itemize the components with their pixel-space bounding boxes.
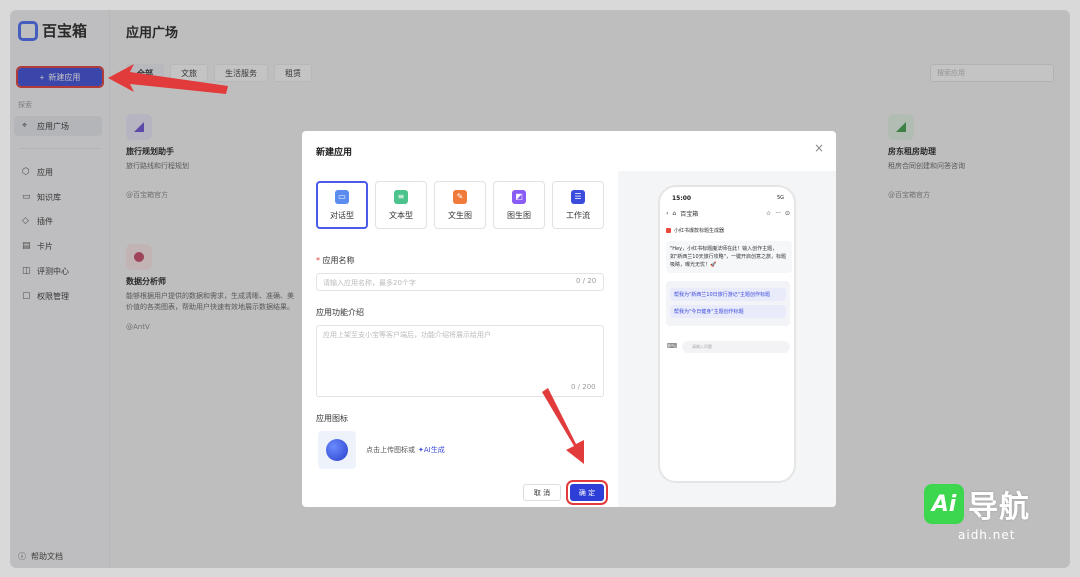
phone-preview: 15:00 5G ‹ ⌂ 百宝箱 ☆ ··· ⊙ 小红书爆款标题生成器 "Hey… xyxy=(658,185,796,483)
intro-label: 应用功能介绍 xyxy=(316,308,364,317)
phone-nav-title: 百宝箱 xyxy=(680,211,699,218)
phone-welcome-message: "Hey，小红书标题魔法师在此！输入创作主题，如"新西兰10天旅行攻略"，一键开… xyxy=(666,241,792,273)
close-icon[interactable]: × xyxy=(814,141,824,155)
preview-panel: 15:00 5G ‹ ⌂ 百宝箱 ☆ ··· ⊙ 小红书爆款标题生成器 "Hey… xyxy=(618,171,836,507)
type-chat[interactable]: ▭ 对话型 xyxy=(316,181,368,229)
red-book-icon xyxy=(666,228,671,233)
phone-signal: 5G xyxy=(776,195,784,201)
image-gen-icon: ✎ xyxy=(453,189,467,204)
watermark-url: aidh.net xyxy=(958,528,1016,542)
name-label-text: 应用名称 xyxy=(322,256,355,265)
name-label: * 应用名称 xyxy=(316,256,355,265)
intro-counter: 0 / 200 xyxy=(571,383,596,391)
type-label: 对话型 xyxy=(330,210,354,220)
modal-title: 新建应用 xyxy=(316,148,353,158)
keyboard-icon: ⌨ xyxy=(667,342,678,350)
star-icon: ☆ xyxy=(765,210,772,217)
confirm-button[interactable]: 确 定 xyxy=(566,480,608,505)
type-label: 文生图 xyxy=(448,210,472,220)
type-text[interactable]: ≡ 文本型 xyxy=(375,181,427,229)
app-name-input[interactable]: 请输入应用名称，最多20个字 xyxy=(316,273,604,291)
suggestion-item: 帮我为"新西兰10日旅行游记"主题创作标题 xyxy=(670,288,786,301)
close-circle-icon: ⊙ xyxy=(784,210,790,217)
type-label: 文本型 xyxy=(389,210,413,220)
text-icon: ≡ xyxy=(394,189,408,204)
phone-time: 15:00 xyxy=(672,195,692,202)
phone-suggestions: 帮我为"新西兰10日旅行游记"主题创作标题 帮我为"今日健身"主题创作标题 xyxy=(666,281,790,326)
cancel-button[interactable]: 取 消 xyxy=(523,484,561,501)
new-app-modal: 新建应用 × ▭ 对话型 ≡ 文本型 ✎ 文生图 ◩ 图生图 ☰ 工作流 * 应… xyxy=(302,131,836,507)
name-counter: 0 / 20 xyxy=(576,277,597,285)
app-window: 百宝箱 + 新建应用 探索 ⌖ 应用广场 ⬡ 应用 ▭ 知识库 ◇ 插件 ▤ 卡… xyxy=(10,10,1070,568)
phone-nav-bar: ‹ ⌂ 百宝箱 ☆ ··· ⊙ xyxy=(666,209,790,218)
app-intro-textarea[interactable]: 应用上架至支小宝等客户端后，功能介绍将展示给用户 xyxy=(316,325,604,397)
phone-app-title-text: 小红书爆款标题生成器 xyxy=(674,228,725,234)
phone-question-input: 请输入问题 xyxy=(682,341,790,353)
type-label: 图生图 xyxy=(507,210,531,220)
type-text-to-image[interactable]: ✎ 文生图 xyxy=(434,181,486,229)
upload-hint-text: 点击上传图标或 xyxy=(366,446,415,454)
image-icon: ◩ xyxy=(512,189,526,204)
watermark-ai: Ai xyxy=(924,484,964,524)
type-image-to-image[interactable]: ◩ 图生图 xyxy=(493,181,545,229)
type-workflow[interactable]: ☰ 工作流 xyxy=(552,181,604,229)
type-label: 工作流 xyxy=(566,210,590,220)
more-icon: ··· xyxy=(775,210,781,217)
ai-generate-link[interactable]: ✦AI生成 xyxy=(418,446,445,454)
watermark-text: 导航 xyxy=(968,490,1030,525)
phone-app-title: 小红书爆款标题生成器 xyxy=(666,227,724,234)
app-icon-upload[interactable] xyxy=(318,431,356,469)
suggestion-item: 帮我为"今日健身"主题创作标题 xyxy=(670,305,786,318)
upload-hint: 点击上传图标或 ✦AI生成 xyxy=(366,445,445,455)
icon-label: 应用图标 xyxy=(316,414,348,423)
app-avatar-icon xyxy=(326,439,348,461)
app-type-selector: ▭ 对话型 ≡ 文本型 ✎ 文生图 ◩ 图生图 ☰ 工作流 xyxy=(316,181,604,229)
home-icon: ⌂ xyxy=(672,210,677,217)
back-icon: ‹ xyxy=(666,210,669,217)
workflow-icon: ☰ xyxy=(571,189,585,204)
chat-icon: ▭ xyxy=(335,189,349,204)
watermark-logo: Ai 导航 xyxy=(924,482,1030,526)
